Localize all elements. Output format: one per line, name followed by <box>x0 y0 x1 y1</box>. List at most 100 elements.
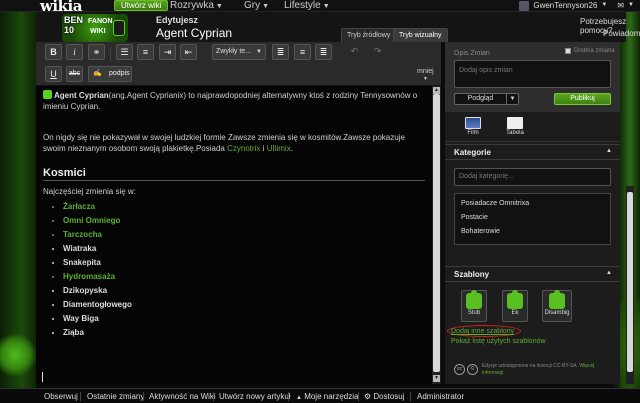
avatar <box>519 0 530 11</box>
indent-icon[interactable]: ⇥ <box>159 44 176 60</box>
nav-menu-label: Lifestyle <box>284 0 321 11</box>
template-label: Disambig <box>544 310 570 316</box>
bold-button[interactable]: B <box>45 44 62 60</box>
outdent-icon[interactable]: ⇤ <box>180 44 197 60</box>
toolbar-divider <box>110 47 111 61</box>
tab-visual-mode[interactable]: Tryb wizualny <box>393 28 448 42</box>
template-ek[interactable]: Ek <box>502 290 528 322</box>
numbered-list-icon[interactable]: ≡ <box>137 44 154 60</box>
link-icon[interactable]: ⚭ <box>88 44 105 60</box>
chevron-down-icon: ▼ <box>215 3 223 10</box>
table-icon <box>507 117 523 129</box>
redo-icon[interactable]: ↷ <box>369 44 386 60</box>
list-item: Snakepita <box>63 257 425 268</box>
publish-button[interactable]: Publikuj <box>554 93 611 105</box>
aliens-list: Żarłacza Omni Omniego Tarczocha Wiatraka… <box>43 201 425 338</box>
list-item[interactable]: Tarczocha <box>63 229 425 240</box>
license-sentence: Edycje udostępnione na licencji CC-BY-SA… <box>482 363 578 369</box>
create-wiki-button[interactable]: Utwórz wiki <box>114 0 169 11</box>
rail-scroll-thumb[interactable] <box>627 192 633 372</box>
nav-menu-entertainment[interactable]: Rozrywka ▼ <box>170 0 223 12</box>
summary-input[interactable]: Dodaj opis zmian <box>454 60 611 88</box>
editor-scrollbar[interactable]: ▲ ▼ <box>432 86 441 384</box>
notifications-icon[interactable]: ✉ <box>617 0 624 11</box>
align-right-icon[interactable]: ≣ <box>315 44 332 60</box>
template-disambig[interactable]: Disambig <box>542 290 572 322</box>
recent-templates-link[interactable]: Pokaż listę użytych szablonów <box>451 338 546 345</box>
list-item[interactable]: Żarłacza <box>63 201 425 212</box>
underline-button[interactable]: U <box>45 66 62 82</box>
my-tools-label: Moje narzędzia <box>304 392 359 401</box>
insert-film-button[interactable]: Film <box>461 114 485 142</box>
template-label: Stub <box>467 310 481 316</box>
nav-menu-lifestyle[interactable]: Lifestyle ▼ <box>284 0 330 12</box>
publish-panel: Opis Zmian Drobna zmiana Dodaj opis zmia… <box>445 42 620 112</box>
tab-source-mode[interactable]: Tryb źródłowy <box>341 28 397 42</box>
template-stub[interactable]: Stub <box>461 290 487 322</box>
category-item[interactable]: Bohaterowie <box>461 228 500 235</box>
wiki-logo-fanon: FANON <box>88 18 113 25</box>
notifications-link[interactable]: Powiadomienia <box>603 29 640 38</box>
watch-link[interactable]: Obserwuj <box>44 391 78 402</box>
license-text: Edycje udostępnione na licencji CC-BY-SA… <box>482 363 612 377</box>
toolbar-toggle-less[interactable]: mniej <box>417 68 434 75</box>
italic-button[interactable]: i <box>66 44 83 60</box>
bottom-toolbar: Obserwuj Ostatnie zmiany Aktywność na Wi… <box>0 388 640 403</box>
category-item[interactable]: Posiadacze Omnitrixa <box>461 200 529 207</box>
editor-content-area[interactable]: Agent Cyprian(ang.Agent Cyprianix) to na… <box>36 86 432 384</box>
my-tools-menu[interactable]: ▲ Moje narzędzia <box>296 391 358 403</box>
list-item[interactable]: Hydromasaża <box>63 271 425 282</box>
bullet-list-icon[interactable]: ☰ <box>116 44 133 60</box>
templates-section-header[interactable]: Szablony ▲ <box>445 266 620 282</box>
insert-table-button[interactable]: Tabela <box>503 114 527 142</box>
align-left-icon[interactable]: ≣ <box>272 44 289 60</box>
add-template-link[interactable]: Dodaj inne szablony <box>451 328 514 335</box>
admin-link[interactable]: Administrator <box>417 391 464 402</box>
category-input[interactable]: Dodaj kategorię... <box>454 168 611 186</box>
conjunction-text: i <box>262 144 265 153</box>
minor-edit-checkbox[interactable]: Drobna zmiana <box>565 48 615 54</box>
bottom-divider <box>288 392 289 401</box>
strikethrough-button[interactable]: abc <box>66 66 83 82</box>
scroll-up-icon[interactable]: ▲ <box>433 87 440 94</box>
list-item: Way Biga <box>63 313 425 324</box>
collapse-icon[interactable]: ▲ <box>606 270 612 276</box>
category-item[interactable]: Postacie <box>461 214 488 221</box>
chevron-up-icon: ▲ <box>296 395 302 401</box>
rail-scrollbar[interactable] <box>626 186 634 384</box>
scroll-down-icon[interactable]: ▼ <box>433 375 440 382</box>
create-article-link[interactable]: Utwórz nowy artykuł <box>219 391 291 402</box>
chevron-down-icon[interactable]: ▼ <box>507 93 519 105</box>
collapse-icon[interactable]: ▲ <box>606 148 612 154</box>
recent-changes-link[interactable]: Ostatnie zmiany <box>87 391 144 402</box>
signature-icon: ✍ <box>93 70 102 77</box>
wiki-activity-link[interactable]: Aktywność na Wiki <box>149 391 216 402</box>
user-menu[interactable]: GwenTennyson26 ▼ ✉ ▼ <box>519 0 634 11</box>
categories-section-header[interactable]: Kategorie ▲ <box>445 144 620 160</box>
chevron-down-icon: ▼ <box>423 76 428 82</box>
templates-title: Szablony <box>454 270 490 279</box>
customize-link[interactable]: ⚙ Dostosuj <box>364 391 405 402</box>
signature-button[interactable]: ✍ podpis <box>88 66 132 82</box>
link-ultimix[interactable]: Ultimix <box>267 144 291 153</box>
chevron-down-icon: ▼ <box>601 2 608 8</box>
bottom-divider <box>358 392 359 401</box>
list-item[interactable]: Omni Omniego <box>63 215 425 226</box>
format-select[interactable]: Zwykły te... ▼ <box>212 44 266 60</box>
link-czynotrix[interactable]: Czynotrix <box>227 144 260 153</box>
preview-button[interactable]: Podgląd <box>454 93 507 105</box>
wiki-logo[interactable]: BEN 10 FANON WIKI <box>62 14 128 42</box>
film-icon <box>465 117 481 129</box>
summary-label: Opis Zmian <box>454 50 490 57</box>
nav-menu-label: Gry <box>244 0 261 11</box>
undo-icon[interactable]: ↶ <box>346 44 363 60</box>
nav-menu-games[interactable]: Gry ▼ <box>244 0 269 12</box>
list-item: Ziąba <box>63 327 425 338</box>
description-text: On nigdy się nie pokazywał w swojej ludz… <box>43 133 405 153</box>
description-paragraph: On nigdy się nie pokazywał w swojej ludz… <box>43 133 405 153</box>
logo-ben-text: BEN <box>64 15 84 25</box>
cc-icon: cc <box>454 364 465 375</box>
license-notice: cc © Edycje udostępnione na licencji CC-… <box>454 360 614 382</box>
editor-scroll-thumb[interactable] <box>433 94 440 372</box>
align-center-icon[interactable]: ≡ <box>294 44 311 60</box>
